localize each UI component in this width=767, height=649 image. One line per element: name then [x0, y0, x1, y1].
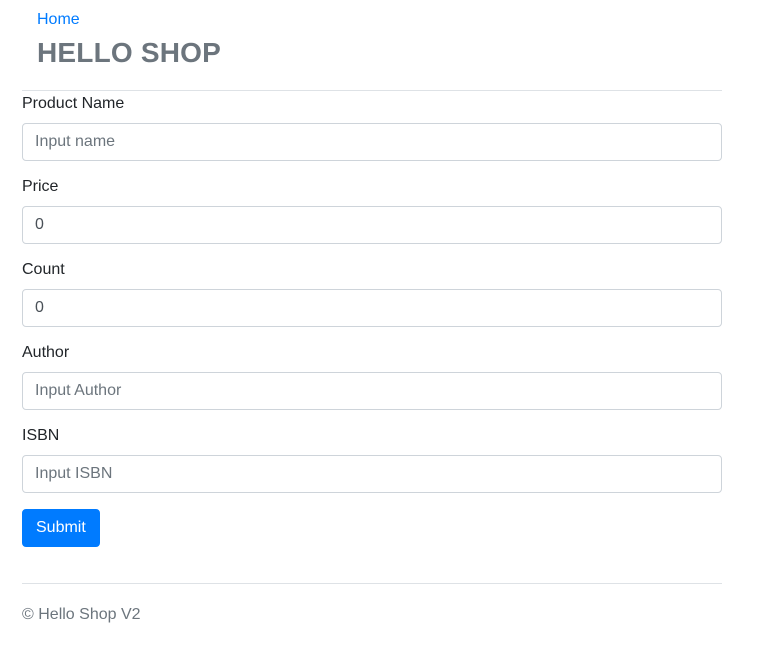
isbn-label: ISBN [22, 427, 60, 444]
header-divider [22, 90, 722, 91]
page-header: Home HELLO SHOP [37, 10, 221, 70]
count-group: Count [22, 260, 722, 327]
count-label: Count [22, 261, 65, 278]
home-link[interactable]: Home [37, 10, 221, 30]
product-name-label: Product Name [22, 95, 125, 112]
price-label: Price [22, 178, 59, 195]
isbn-input[interactable] [22, 455, 722, 493]
price-group: Price [22, 177, 722, 244]
footer-divider [22, 583, 722, 584]
product-name-input[interactable] [22, 123, 722, 161]
product-form: Product Name Price Count Author ISBN Sub… [22, 94, 722, 547]
author-group: Author [22, 343, 722, 410]
page-title: HELLO SHOP [37, 37, 222, 68]
count-input[interactable] [22, 289, 722, 327]
author-label: Author [22, 344, 70, 361]
product-name-group: Product Name [22, 94, 722, 161]
price-input[interactable] [22, 206, 722, 244]
isbn-group: ISBN [22, 426, 722, 493]
author-input[interactable] [22, 372, 722, 410]
footer-copyright: © Hello Shop V2 [22, 606, 141, 623]
submit-button[interactable]: Submit [22, 509, 100, 547]
